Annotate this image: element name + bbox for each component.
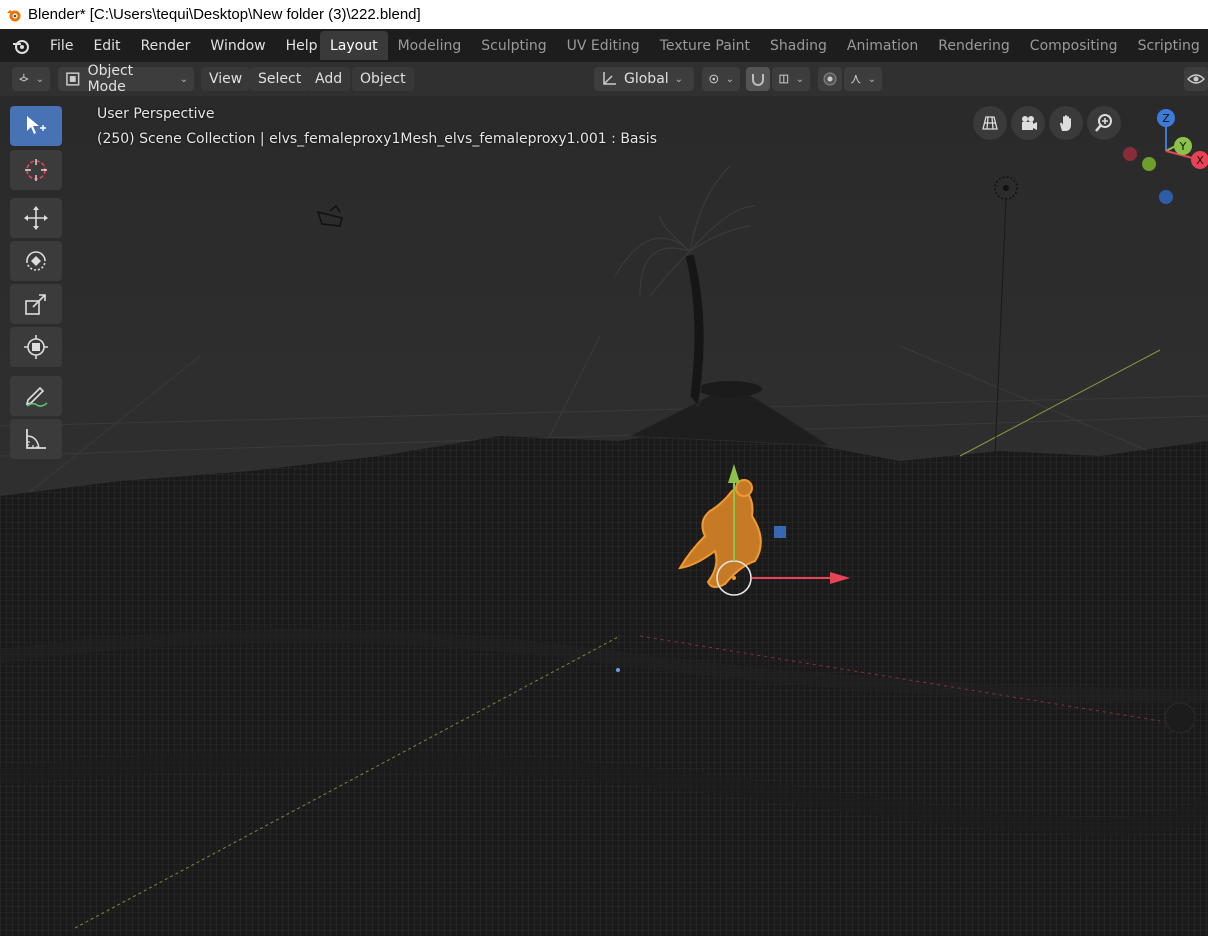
origin-point bbox=[616, 668, 620, 672]
tab-shading[interactable]: Shading bbox=[760, 31, 837, 60]
grid-icon bbox=[982, 116, 998, 130]
snap-target-select[interactable]: ⌄ bbox=[772, 67, 810, 91]
menu-edit[interactable]: Edit bbox=[83, 38, 130, 54]
gizmo-z-label: Z bbox=[1162, 112, 1170, 125]
camera-view-button[interactable] bbox=[1011, 106, 1045, 140]
transform-tool[interactable] bbox=[10, 327, 62, 367]
mode-select[interactable]: Object Mode ⌄ bbox=[58, 63, 194, 95]
gizmo-neg-x-icon[interactable] bbox=[1123, 147, 1137, 161]
ruler-icon bbox=[26, 429, 46, 449]
chevron-down-icon: ⌄ bbox=[674, 73, 684, 85]
pencil-icon bbox=[25, 386, 48, 407]
select-menu[interactable]: Select bbox=[250, 67, 310, 91]
tab-layout[interactable]: Layout bbox=[320, 31, 388, 60]
gizmo-neg-y-icon[interactable] bbox=[1142, 157, 1156, 171]
3d-viewport[interactable]: User Perspective (250) Scene Collection … bbox=[0, 96, 1208, 936]
zoom-icon bbox=[1095, 114, 1112, 132]
chevron-down-icon: ⌄ bbox=[179, 73, 188, 85]
window-titlebar: Blender* [C:\Users\tequi\Desktop\New fol… bbox=[0, 0, 1208, 29]
tab-modeling[interactable]: Modeling bbox=[388, 31, 472, 60]
falloff-curve-icon bbox=[851, 75, 861, 84]
workspace-tabs: Layout Modeling Sculpting UV Editing Tex… bbox=[320, 31, 1208, 62]
editor-type-button[interactable]: ⌄ bbox=[12, 67, 50, 91]
object-menu[interactable]: Object bbox=[352, 67, 414, 91]
viewport-header: ⌄ Object Mode ⌄ View Select Add Object G… bbox=[0, 62, 1208, 96]
menu-file[interactable]: File bbox=[40, 38, 83, 54]
navigation-gizmo[interactable]: Z Y X bbox=[1115, 104, 1208, 209]
pan-view-button[interactable] bbox=[1049, 106, 1083, 140]
annotate-tool[interactable] bbox=[10, 376, 62, 416]
snap-toggle[interactable] bbox=[746, 67, 770, 91]
blender-menu-icon[interactable] bbox=[10, 35, 32, 57]
tab-sculpting[interactable]: Sculpting bbox=[471, 31, 556, 60]
chevron-down-icon: ⌄ bbox=[795, 73, 804, 85]
chevron-down-icon: ⌄ bbox=[35, 73, 44, 85]
cursor-select-icon bbox=[27, 116, 46, 134]
chevron-down-icon: ⌄ bbox=[725, 73, 734, 85]
3d-cursor-icon bbox=[25, 159, 47, 181]
gizmo-x-label: X bbox=[1196, 154, 1204, 167]
tab-compositing[interactable]: Compositing bbox=[1020, 31, 1128, 60]
mode-label: Object Mode bbox=[87, 63, 134, 95]
eye-icon bbox=[1187, 74, 1205, 84]
proportional-edit-toggle[interactable] bbox=[818, 67, 842, 91]
proportional-edit-icon bbox=[823, 72, 837, 86]
falloff-select[interactable]: ⌄ bbox=[844, 67, 882, 91]
snap-target-icon bbox=[779, 74, 789, 84]
rotate-icon bbox=[26, 251, 46, 271]
tab-uv-editing[interactable]: UV Editing bbox=[557, 31, 650, 60]
pivot-select[interactable]: ⌄ bbox=[702, 67, 740, 91]
chevron-down-icon: ⌄ bbox=[867, 73, 876, 85]
gizmo-plane-handle[interactable] bbox=[774, 526, 786, 538]
magnet-icon bbox=[752, 74, 764, 86]
scene-object[interactable] bbox=[1164, 702, 1196, 734]
window-title: Blender* [C:\Users\tequi\Desktop\New fol… bbox=[28, 6, 421, 23]
orientation-label: Global bbox=[624, 71, 669, 87]
scale-tool[interactable] bbox=[10, 284, 62, 324]
terrain-mesh[interactable] bbox=[0, 426, 1208, 936]
camera-icon bbox=[1022, 116, 1037, 130]
orientation-icon bbox=[603, 72, 616, 85]
visibility-toggle[interactable] bbox=[1184, 67, 1208, 91]
hut-top bbox=[698, 381, 762, 397]
gizmo-y-label: Y bbox=[1179, 140, 1187, 153]
view-menu[interactable]: View bbox=[201, 67, 251, 91]
editor-type-icon bbox=[18, 73, 29, 82]
rotate-tool[interactable] bbox=[10, 241, 62, 281]
scale-icon bbox=[25, 294, 46, 315]
toggle-perspective-button[interactable] bbox=[973, 106, 1007, 140]
transform-icon bbox=[24, 335, 48, 359]
scene-canvas[interactable] bbox=[0, 96, 1208, 936]
select-box-tool[interactable] bbox=[10, 106, 62, 146]
pivot-icon bbox=[709, 74, 719, 84]
move-icon bbox=[24, 206, 48, 230]
object-mode-icon bbox=[66, 72, 80, 86]
tab-animation[interactable]: Animation bbox=[837, 31, 928, 60]
top-bar: File Edit Render Window Help Layout Mode… bbox=[0, 29, 1208, 62]
tab-texture-paint[interactable]: Texture Paint bbox=[650, 31, 760, 60]
collection-info: (250) Scene Collection | elvs_femaleprox… bbox=[97, 131, 657, 147]
tab-rendering[interactable]: Rendering bbox=[928, 31, 1020, 60]
perspective-label: User Perspective bbox=[97, 106, 215, 122]
move-tool[interactable] bbox=[10, 198, 62, 238]
gizmo-neg-z-icon[interactable] bbox=[1159, 190, 1173, 204]
blender-logo-icon bbox=[7, 9, 21, 21]
cursor-tool[interactable] bbox=[10, 150, 62, 190]
hand-icon bbox=[1060, 115, 1071, 131]
measure-tool[interactable] bbox=[10, 419, 62, 459]
tab-scripting[interactable]: Scripting bbox=[1128, 31, 1208, 60]
menu-window[interactable]: Window bbox=[200, 38, 275, 54]
menu-render[interactable]: Render bbox=[131, 38, 201, 54]
add-menu[interactable]: Add bbox=[307, 67, 351, 91]
orientation-select[interactable]: Global ⌄ bbox=[594, 67, 694, 91]
